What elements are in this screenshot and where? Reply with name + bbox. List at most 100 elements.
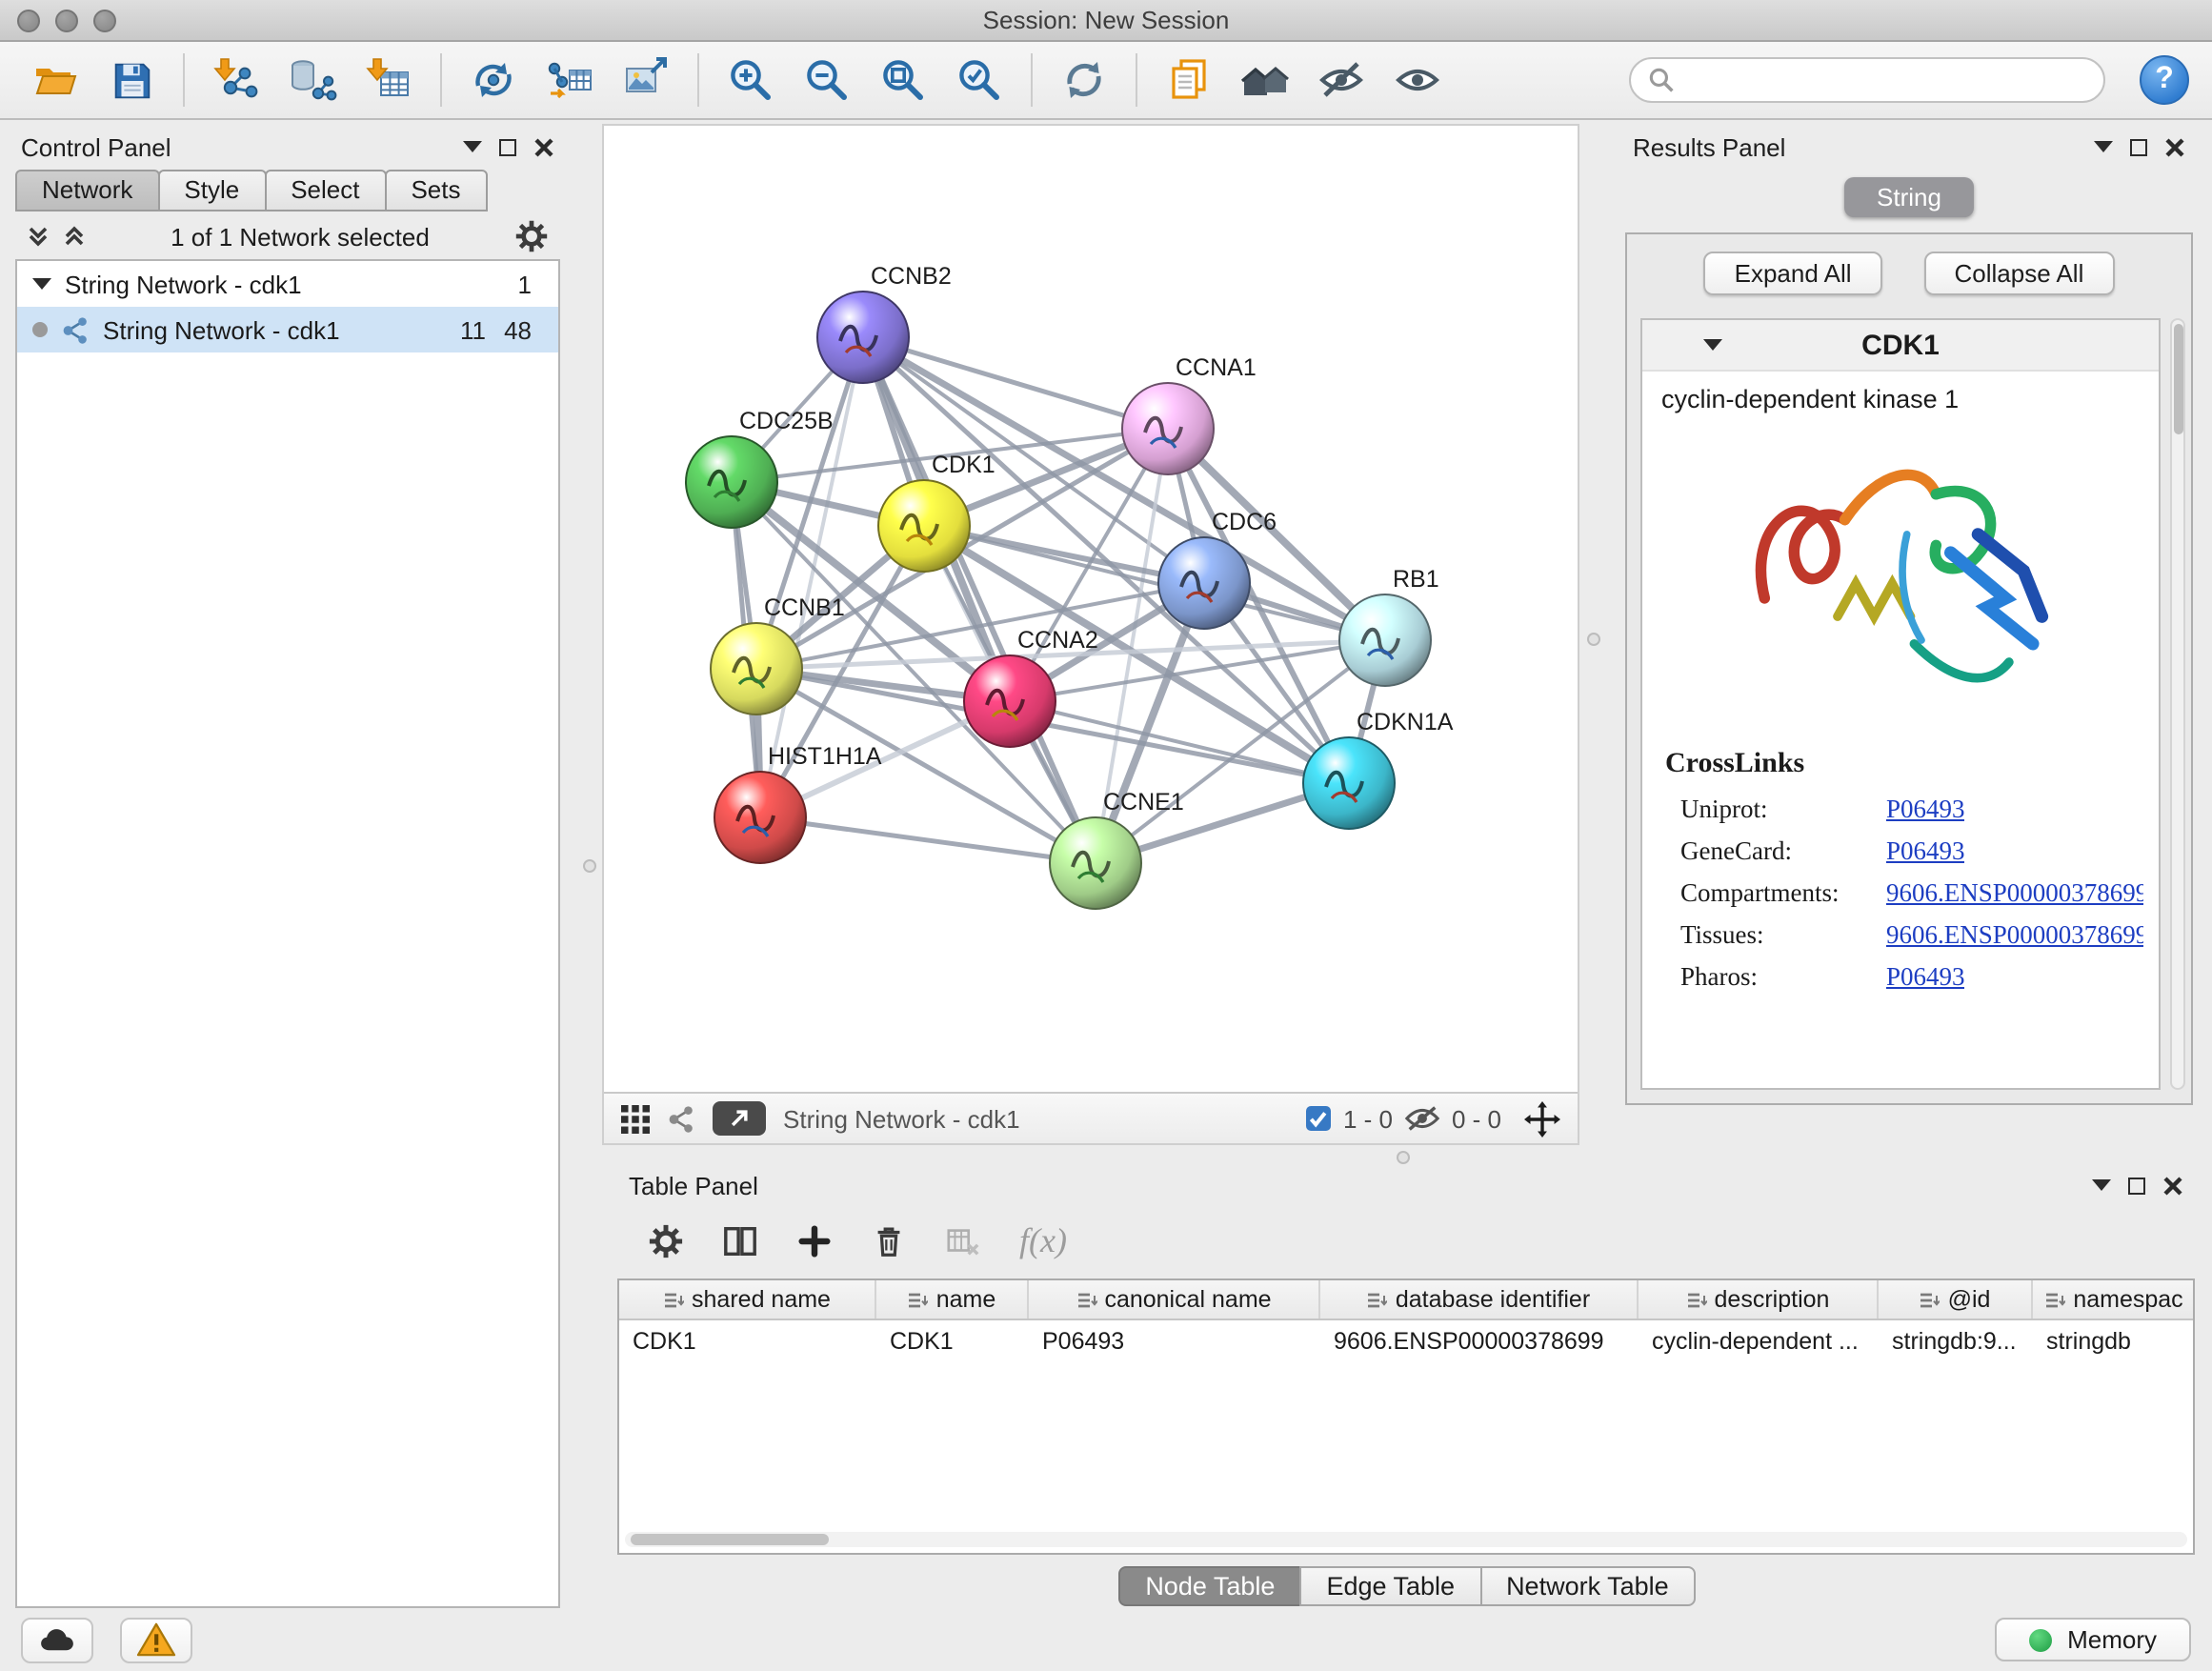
- tab-string[interactable]: String: [1844, 177, 1974, 217]
- splitter-handle[interactable]: [1587, 633, 1600, 646]
- table-horizontal-scrollbar[interactable]: [625, 1532, 2187, 1547]
- new-network-selection-button[interactable]: [457, 48, 530, 112]
- save-session-button[interactable]: [95, 48, 168, 112]
- network-node-CDK1[interactable]: [878, 480, 970, 572]
- splitter-handle[interactable]: [1397, 1151, 1410, 1164]
- crosslink-label: Uniprot:: [1680, 795, 1886, 825]
- close-window-button[interactable]: [17, 10, 40, 32]
- close-panel-icon[interactable]: [2162, 1175, 2183, 1196]
- network-node-CDC25B[interactable]: [686, 436, 777, 528]
- close-panel-icon[interactable]: [2164, 136, 2185, 157]
- search-input[interactable]: [1686, 66, 2086, 94]
- documents-icon: [1164, 55, 1214, 105]
- network-row[interactable]: String Network - cdk1 11 48: [17, 307, 558, 352]
- network-to-table-button[interactable]: [533, 48, 606, 112]
- import-network-database-button[interactable]: [276, 48, 349, 112]
- crosslink-row: Pharos:P06493: [1642, 956, 2159, 998]
- crosslink-link[interactable]: P06493: [1886, 836, 1965, 867]
- hide-selected-button[interactable]: [1305, 48, 1377, 112]
- column-header-shared-name[interactable]: shared name: [619, 1280, 876, 1319]
- zoom-window-button[interactable]: [93, 10, 116, 32]
- float-panel-icon[interactable]: [2092, 1179, 2111, 1191]
- open-session-button[interactable]: [19, 48, 91, 112]
- tab-network-table[interactable]: Network Table: [1479, 1565, 1696, 1605]
- tab-edge-table[interactable]: Edge Table: [1299, 1565, 1481, 1605]
- network-node-CCNA2[interactable]: [964, 655, 1056, 747]
- crosslink-link[interactable]: P06493: [1886, 795, 1965, 825]
- network-canvas[interactable]: CCNB2CCNA1CDC25BCDK1CDC6RB1CCNB1CCNA2CDK…: [604, 126, 1578, 1092]
- column-header--id[interactable]: @id: [1879, 1280, 2033, 1319]
- close-panel-icon[interactable]: [533, 136, 554, 157]
- birds-eye-view-icon[interactable]: [621, 1104, 650, 1133]
- tab-sets[interactable]: Sets: [384, 170, 487, 211]
- crosslink-link[interactable]: 9606.ENSP00000378699: [1886, 878, 2143, 909]
- network-icon[interactable]: [667, 1104, 695, 1133]
- zoom-selected-button[interactable]: [943, 48, 1016, 112]
- minimize-window-button[interactable]: [55, 10, 78, 32]
- crosslink-link[interactable]: 9606.ENSP00000378699: [1886, 920, 2143, 951]
- maximize-panel-icon[interactable]: [499, 138, 516, 155]
- expand-all-icon[interactable]: [63, 225, 86, 248]
- gear-icon[interactable]: [514, 219, 549, 253]
- table-row[interactable]: CDK1CDK1P064939606.ENSP00000378699cyclin…: [619, 1320, 2193, 1360]
- results-panel: Results Panel String Expand All Collapse…: [1621, 126, 2197, 1105]
- network-collection-row[interactable]: String Network - cdk1 1: [17, 261, 558, 307]
- expand-all-button[interactable]: Expand All: [1704, 252, 1882, 295]
- export-image-button[interactable]: [610, 48, 682, 112]
- tab-node-table[interactable]: Node Table: [1118, 1565, 1301, 1605]
- tab-network[interactable]: Network: [15, 170, 159, 211]
- network-node-CCNB2[interactable]: [817, 292, 909, 383]
- refresh-button[interactable]: [1048, 48, 1120, 112]
- pan-crosshair-icon[interactable]: [1524, 1100, 1560, 1137]
- maximize-panel-icon[interactable]: [2128, 1177, 2145, 1194]
- column-header-namespac[interactable]: namespac: [2033, 1280, 2195, 1319]
- column-header-canonical-name[interactable]: canonical name: [1029, 1280, 1320, 1319]
- disclosure-triangle-icon[interactable]: [32, 278, 51, 290]
- control-panel-tabs: NetworkStyleSelectSets: [10, 170, 566, 211]
- column-header-name[interactable]: name: [876, 1280, 1029, 1319]
- results-scrollbar[interactable]: [2170, 318, 2185, 1090]
- graphics-details-button[interactable]: [713, 1101, 766, 1136]
- splitter-handle[interactable]: [583, 859, 596, 873]
- protein-section-header[interactable]: CDK1: [1642, 320, 2159, 372]
- help-button[interactable]: ?: [2140, 55, 2189, 105]
- network-node-CCNA1[interactable]: [1122, 383, 1214, 474]
- zoom-fit-button[interactable]: [867, 48, 939, 112]
- delete-column-icon[interactable]: [871, 1222, 907, 1258]
- network-node-CDC6[interactable]: [1158, 537, 1250, 629]
- tab-style[interactable]: Style: [157, 170, 266, 211]
- collapse-all-button[interactable]: Collapse All: [1924, 252, 2115, 295]
- tab-select[interactable]: Select: [264, 170, 386, 211]
- network-node-CCNE1[interactable]: [1050, 817, 1141, 909]
- column-header-database-identifier[interactable]: database identifier: [1320, 1280, 1639, 1319]
- network-node-CCNB1[interactable]: [711, 623, 802, 715]
- warnings-button[interactable]: [120, 1617, 192, 1662]
- float-panel-icon[interactable]: [463, 141, 482, 152]
- split-columns-icon[interactable]: [722, 1222, 758, 1258]
- maximize-panel-icon[interactable]: [2130, 138, 2147, 155]
- delete-table-icon[interactable]: [945, 1222, 981, 1258]
- import-table-button[interactable]: [352, 48, 425, 112]
- collection-count: 1: [518, 270, 543, 298]
- network-node-RB1[interactable]: [1339, 594, 1431, 686]
- network-node-CDKN1A[interactable]: [1303, 737, 1395, 829]
- float-panel-icon[interactable]: [2094, 141, 2113, 152]
- copy-document-button[interactable]: [1153, 48, 1225, 112]
- collapse-all-icon[interactable]: [27, 225, 50, 248]
- import-network-file-button[interactable]: [200, 48, 272, 112]
- crosslink-link[interactable]: P06493: [1886, 962, 1965, 993]
- show-all-button[interactable]: [1381, 48, 1454, 112]
- network-node-HIST1H1A[interactable]: [714, 772, 806, 863]
- zoom-in-button[interactable]: [714, 48, 787, 112]
- home-button[interactable]: [1229, 48, 1301, 112]
- column-header-description[interactable]: description: [1639, 1280, 1879, 1319]
- cloud-status-button[interactable]: [21, 1617, 93, 1662]
- add-column-icon[interactable]: [796, 1222, 833, 1258]
- function-builder-button[interactable]: f(x): [1019, 1220, 1067, 1260]
- gear-icon[interactable]: [648, 1222, 684, 1258]
- crosslink-label: Compartments:: [1680, 878, 1886, 909]
- edge-count: 48: [486, 315, 532, 344]
- zoom-out-button[interactable]: [791, 48, 863, 112]
- memory-button[interactable]: Memory: [1995, 1618, 2191, 1661]
- disclosure-triangle-icon[interactable]: [1703, 339, 1722, 351]
